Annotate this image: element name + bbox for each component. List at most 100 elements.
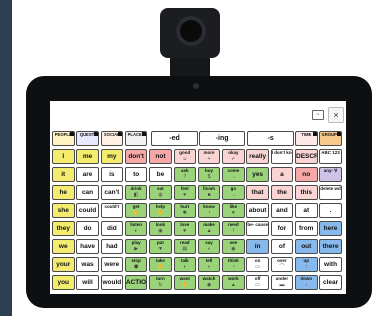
- suffix-button-ing[interactable]: -ing: [198, 131, 246, 146]
- word-button-more[interactable]: more +: [197, 149, 221, 164]
- word-button-could[interactable]: could: [76, 203, 99, 218]
- word-button-on[interactable]: on ▭: [246, 257, 269, 272]
- word-button-read[interactable]: read ▤: [173, 239, 196, 254]
- word-button-tell[interactable]: tell ◗: [197, 257, 221, 272]
- folder-groups[interactable]: GROUPS: [319, 131, 342, 146]
- word-button-about[interactable]: about: [246, 203, 269, 218]
- word-button-of[interactable]: of: [270, 239, 294, 254]
- folder-social[interactable]: SOCIAL: [100, 131, 124, 146]
- word-button-stop[interactable]: stop ⬢: [124, 257, 148, 272]
- word-button-off[interactable]: off ▭: [246, 275, 269, 290]
- folder-people[interactable]: PEOPLE: [52, 131, 75, 146]
- word-button-clear[interactable]: clear: [319, 275, 342, 290]
- word-button-be[interactable]: be: [149, 167, 172, 182]
- word-button-do[interactable]: do: [76, 221, 99, 236]
- word-button-with[interactable]: with: [319, 257, 342, 272]
- word-button-watch[interactable]: watch ◉: [197, 275, 221, 290]
- word-button-for[interactable]: for: [270, 221, 294, 236]
- word-button-i[interactable]: I: [52, 149, 75, 164]
- word-button-had[interactable]: had: [100, 239, 124, 254]
- word-button-can[interactable]: can: [76, 185, 99, 200]
- word-button-eat[interactable]: eat ◍: [149, 185, 172, 200]
- word-button-think[interactable]: think ◔: [222, 257, 245, 272]
- word-button-put[interactable]: put ▼: [149, 239, 172, 254]
- word-button-is[interactable]: is: [100, 167, 124, 182]
- word-button-okay[interactable]: okay ✓: [222, 149, 245, 164]
- word-button-good[interactable]: good ☺: [173, 149, 196, 164]
- word-button-delete-wd[interactable]: delete wd: [319, 185, 342, 200]
- word-button-like[interactable]: like ♥: [222, 203, 245, 218]
- close-button[interactable]: ×: [328, 107, 344, 123]
- word-button-take[interactable]: take ✋: [149, 257, 172, 272]
- word-button-it[interactable]: it: [52, 167, 75, 182]
- word-button-have[interactable]: have: [76, 239, 99, 254]
- word-button-you[interactable]: you: [52, 275, 75, 290]
- word-button-he[interactable]: he: [52, 185, 75, 200]
- word-button-down[interactable]: down ↓: [295, 275, 318, 290]
- word-button-feel[interactable]: feel ♥: [173, 185, 196, 200]
- word-button-drink[interactable]: drink ◧: [124, 185, 148, 200]
- word-button-over[interactable]: over ⌒: [270, 257, 294, 272]
- word-button-descri[interactable]: DESCRI: [295, 149, 318, 164]
- word-button-make[interactable]: make ▲: [197, 221, 221, 236]
- word-button-action[interactable]: ACTION: [124, 275, 148, 290]
- word-button-here[interactable]: here: [319, 221, 342, 236]
- folder-places[interactable]: PLACES: [124, 131, 148, 146]
- word-button-work[interactable]: work ▲: [222, 275, 245, 290]
- word-button-there[interactable]: there: [319, 239, 342, 254]
- suffix-button-s[interactable]: -s: [247, 131, 294, 146]
- word-button-can-t[interactable]: can't: [100, 185, 124, 200]
- suffix-button-ed[interactable]: -ed: [151, 131, 198, 146]
- word-button-don-t[interactable]: don't: [124, 149, 148, 164]
- word-button-help[interactable]: help ✋: [149, 203, 172, 218]
- word-button-go[interactable]: go →: [222, 185, 245, 200]
- word-button-your[interactable]: your: [52, 257, 75, 272]
- word-button-come[interactable]: come →: [222, 167, 245, 182]
- word-button-need[interactable]: need!: [222, 221, 245, 236]
- word-button-to[interactable]: to: [124, 167, 148, 182]
- word-button-did[interactable]: did: [100, 221, 124, 236]
- word-button-up[interactable]: up ↑: [295, 257, 318, 272]
- word-button-were[interactable]: were: [100, 257, 124, 272]
- word-button-not[interactable]: not: [149, 149, 172, 164]
- word-button-finish[interactable]: finish ■: [197, 185, 221, 200]
- word-button-under[interactable]: under ▬: [270, 275, 294, 290]
- word-button-that[interactable]: that: [246, 185, 269, 200]
- word-button-really[interactable]: really: [246, 149, 269, 164]
- word-button-see[interactable]: see ◉: [222, 239, 245, 254]
- word-button-was[interactable]: was: [76, 257, 99, 272]
- word-button-abc-123[interactable]: ABC 123: [319, 149, 342, 164]
- word-button-at[interactable]: at: [295, 203, 318, 218]
- word-button-ask[interactable]: ask?: [173, 167, 196, 182]
- folder-questi[interactable]: QUESTI: [76, 131, 99, 146]
- word-button-yes[interactable]: yes: [246, 167, 269, 182]
- word-button-me[interactable]: me: [76, 149, 99, 164]
- word-button-listen[interactable]: listen ◐: [124, 221, 148, 236]
- word-button-turn[interactable]: turn ↻: [149, 275, 172, 290]
- word-button-we[interactable]: we: [52, 239, 75, 254]
- word-button-this[interactable]: this: [295, 185, 318, 200]
- word-button-no[interactable]: no: [295, 167, 318, 182]
- word-button-play[interactable]: play ▶: [124, 239, 148, 254]
- word-button-my[interactable]: my: [100, 149, 124, 164]
- word-button-buy[interactable]: buy $: [197, 167, 221, 182]
- word-button-from[interactable]: from: [295, 221, 318, 236]
- word-button-would[interactable]: would: [100, 275, 124, 290]
- word-button-are[interactable]: are: [76, 167, 99, 182]
- word-button-and[interactable]: and: [270, 203, 294, 218]
- word-button-the[interactable]: the: [270, 185, 294, 200]
- word-button-be-cause[interactable]: be- cause: [246, 221, 269, 236]
- word-button-in[interactable]: in: [246, 239, 269, 254]
- word-button-out[interactable]: out: [295, 239, 318, 254]
- word-button-will[interactable]: will: [76, 275, 99, 290]
- word-button-know[interactable]: know ◔: [197, 203, 221, 218]
- word-button-hurt[interactable]: hurt ✱: [173, 203, 196, 218]
- speech-icon[interactable]: ~: [312, 110, 324, 120]
- word-button-they[interactable]: they: [52, 221, 75, 236]
- word-button-a[interactable]: a: [270, 167, 294, 182]
- word-button-could-t[interactable]: could't: [100, 203, 124, 218]
- word-button-want[interactable]: want ✋: [173, 275, 196, 290]
- word-button-i-don-t-know[interactable]: I don't know: [270, 149, 294, 164]
- word-button-talk[interactable]: talk ◗: [173, 257, 196, 272]
- word-button-any[interactable]: any- ∀: [319, 167, 342, 182]
